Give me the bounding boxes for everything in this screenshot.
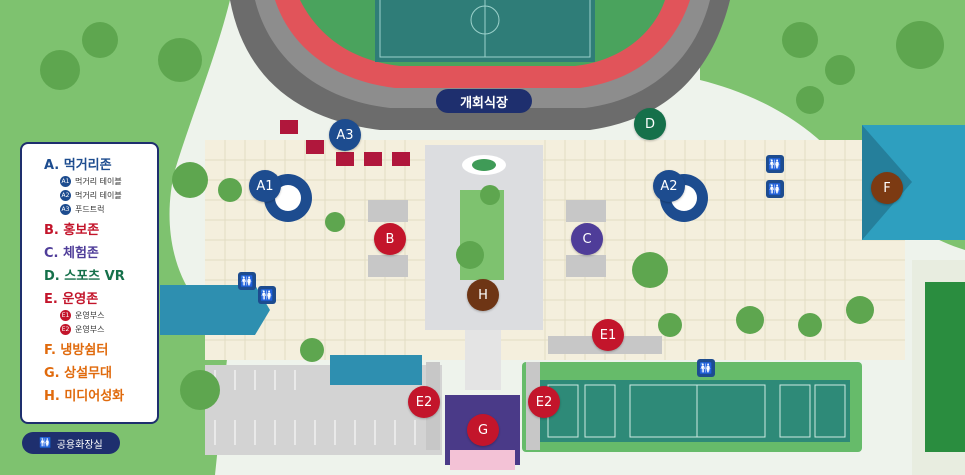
marker-a1[interactable]: A1: [249, 170, 281, 202]
marker-a3[interactable]: A3: [329, 119, 361, 151]
legend-item-e: E. 운영존: [44, 292, 99, 307]
map-legend: A. 먹거리존 A1 먹거리 테이블 A2 먹거리 테이블 A3 푸드트럭 B. 홍보…: [20, 142, 159, 424]
legend-sub-e2: E2 운영부스: [60, 324, 149, 335]
marker-e2-left[interactable]: E2: [408, 386, 440, 418]
legend-sub-label: 먹거리 테이블: [75, 177, 122, 186]
legend-item-c: C. 체험존: [44, 246, 99, 261]
marker-a2[interactable]: A2: [653, 170, 685, 202]
legend-sub-label: 운영부스: [75, 325, 105, 334]
legend-item-a: A. 먹거리존: [44, 158, 112, 173]
legend-item-h: H. 미디어성화: [44, 389, 125, 404]
legend-item-d: D. 스포츠 VR: [44, 269, 125, 284]
legend-sub-label: 먹거리 테이블: [75, 191, 122, 200]
restroom-icon[interactable]: 🚻: [766, 180, 784, 198]
marker-f[interactable]: F: [871, 172, 903, 204]
legend-sub-label: 운영부스: [75, 311, 105, 320]
restroom-icon[interactable]: 🚻: [258, 286, 276, 304]
legend-sub-label: 푸드트럭: [75, 205, 105, 214]
legend-badge: A2: [60, 190, 71, 201]
marker-b[interactable]: B: [374, 223, 406, 255]
restroom-icon[interactable]: 🚻: [238, 272, 256, 290]
marker-c[interactable]: C: [571, 223, 603, 255]
marker-e2-right[interactable]: E2: [528, 386, 560, 418]
legend-badge: E1: [60, 310, 71, 321]
legend-sub-a2: A2 먹거리 테이블: [60, 190, 149, 201]
restroom-icon: 🚻: [39, 437, 52, 449]
legend-badge: A1: [60, 176, 71, 187]
marker-h[interactable]: H: [467, 279, 499, 311]
legend-sub-e1: E1 운영부스: [60, 310, 149, 321]
legend-item-b: B. 홍보존: [44, 223, 100, 238]
legend-sub-a3: A3 푸드트럭: [60, 204, 149, 215]
restroom-legend: 🚻 공용화장실: [22, 432, 120, 454]
restroom-icon[interactable]: 🚻: [766, 155, 784, 173]
restroom-icon[interactable]: 🚻: [697, 359, 715, 377]
restroom-legend-label: 공용화장실: [56, 439, 103, 451]
festival-map: 개회식장 A1 A2 A3 B C D E1 E2 E2 F G H 🚻 🚻 🚻…: [0, 0, 965, 475]
legend-item-f: F. 냉방쉼터: [44, 343, 109, 358]
marker-g[interactable]: G: [467, 414, 499, 446]
legend-badge: E2: [60, 324, 71, 335]
marker-d[interactable]: D: [634, 108, 666, 140]
marker-e1[interactable]: E1: [592, 319, 624, 351]
legend-badge: A3: [60, 204, 71, 215]
legend-sub-a1: A1 먹거리 테이블: [60, 176, 149, 187]
stadium-label: 개회식장: [436, 89, 532, 113]
legend-item-g: G. 상설무대: [44, 366, 112, 381]
